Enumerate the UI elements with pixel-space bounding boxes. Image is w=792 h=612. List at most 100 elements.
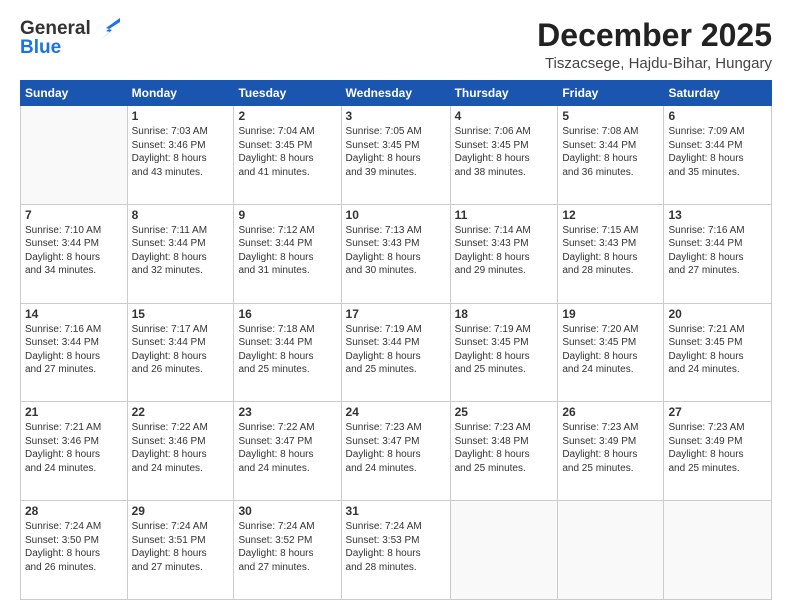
table-row: 13 Sunrise: 7:16 AMSunset: 3:44 PMDayligh… — [664, 204, 772, 303]
table-row: 24 Sunrise: 7:23 AMSunset: 3:47 PMDayligh… — [341, 402, 450, 501]
calendar-page: General Blue December 2025 Tiszacsege, H… — [0, 0, 792, 612]
day-number: 5 — [562, 109, 659, 123]
day-number: 4 — [455, 109, 554, 123]
calendar-table: Sunday Monday Tuesday Wednesday Thursday… — [20, 80, 772, 600]
cell-content: Sunrise: 7:18 AMSunset: 3:44 PMDaylight:… — [238, 323, 336, 377]
table-row: 1 Sunrise: 7:03 AMSunset: 3:46 PMDaylight… — [127, 106, 234, 205]
day-number: 12 — [562, 208, 659, 222]
cell-content: Sunrise: 7:23 AMSunset: 3:49 PMDaylight:… — [562, 421, 659, 475]
logo: General Blue — [20, 18, 120, 59]
day-number: 16 — [238, 307, 336, 321]
day-number: 15 — [132, 307, 230, 321]
day-number: 1 — [132, 109, 230, 123]
table-row — [450, 501, 558, 600]
calendar-week-row: 28Sunrise: 7:24 AMSunset: 3:50 PMDayligh… — [21, 501, 772, 600]
day-number: 25 — [455, 405, 554, 419]
table-row: 27 Sunrise: 7:23 AMSunset: 3:49 PMDayligh… — [664, 402, 772, 501]
day-number: 30 — [238, 504, 336, 518]
table-row: 30 Sunrise: 7:24 AMSunset: 3:52 PMDayligh… — [234, 501, 341, 600]
cell-content: Sunrise: 7:16 AMSunset: 3:44 PMDaylight:… — [25, 323, 123, 377]
table-row — [21, 106, 128, 205]
cell-content: Sunrise: 7:22 AMSunset: 3:47 PMDaylight:… — [238, 421, 336, 475]
table-row: 2Sunrise: 7:04 AMSunset: 3:45 PMDaylight… — [234, 106, 341, 205]
table-row: 29 Sunrise: 7:24 AMSunset: 3:51 PMDayligh… — [127, 501, 234, 600]
table-row: 19Sunrise: 7:20 AMSunset: 3:45 PMDayligh… — [558, 303, 664, 402]
day-number: 8 — [132, 208, 230, 222]
cell-content: Sunrise: 7:20 AMSunset: 3:45 PMDaylight:… — [562, 323, 659, 377]
day-number: 17 — [346, 307, 446, 321]
cell-content: Sunrise: 7:03 AMSunset: 3:46 PMDaylight:… — [132, 125, 230, 179]
day-number: 14 — [25, 307, 123, 321]
day-number: 24 — [346, 405, 446, 419]
cell-content: Sunrise: 7:21 AMSunset: 3:46 PMDaylight:… — [25, 421, 123, 475]
cell-content: Sunrise: 7:19 AMSunset: 3:45 PMDaylight:… — [455, 323, 554, 377]
day-number: 10 — [346, 208, 446, 222]
cell-content: Sunrise: 7:23 AMSunset: 3:47 PMDaylight:… — [346, 421, 446, 475]
table-row: 28Sunrise: 7:24 AMSunset: 3:50 PMDayligh… — [21, 501, 128, 600]
cell-content: Sunrise: 7:05 AMSunset: 3:45 PMDaylight:… — [346, 125, 446, 179]
table-row: 21 Sunrise: 7:21 AMSunset: 3:46 PMDayligh… — [21, 402, 128, 501]
cell-content: Sunrise: 7:23 AMSunset: 3:48 PMDaylight:… — [455, 421, 554, 475]
cell-content: Sunrise: 7:19 AMSunset: 3:44 PMDaylight:… — [346, 323, 446, 377]
cell-content: Sunrise: 7:24 AMSunset: 3:51 PMDaylight:… — [132, 520, 230, 574]
col-monday: Monday — [127, 81, 234, 106]
table-row: 18 Sunrise: 7:19 AMSunset: 3:45 PMDayligh… — [450, 303, 558, 402]
cell-content: Sunrise: 7:08 AMSunset: 3:44 PMDaylight:… — [562, 125, 659, 179]
calendar-week-row: 1 Sunrise: 7:03 AMSunset: 3:46 PMDaylight… — [21, 106, 772, 205]
calendar-header-row: Sunday Monday Tuesday Wednesday Thursday… — [21, 81, 772, 106]
cell-content: Sunrise: 7:14 AMSunset: 3:43 PMDaylight:… — [455, 224, 554, 278]
cell-content: Sunrise: 7:24 AMSunset: 3:53 PMDaylight:… — [346, 520, 446, 574]
day-number: 11 — [455, 208, 554, 222]
title-block: December 2025 Tiszacsege, Hajdu-Bihar, H… — [537, 18, 772, 72]
table-row: 14 Sunrise: 7:16 AMSunset: 3:44 PMDayligh… — [21, 303, 128, 402]
calendar-week-row: 7 Sunrise: 7:10 AMSunset: 3:44 PMDaylight… — [21, 204, 772, 303]
cell-content: Sunrise: 7:17 AMSunset: 3:44 PMDaylight:… — [132, 323, 230, 377]
table-row: 11 Sunrise: 7:14 AMSunset: 3:43 PMDayligh… — [450, 204, 558, 303]
cell-content: Sunrise: 7:15 AMSunset: 3:43 PMDaylight:… — [562, 224, 659, 278]
table-row: 20Sunrise: 7:21 AMSunset: 3:45 PMDayligh… — [664, 303, 772, 402]
cell-content: Sunrise: 7:22 AMSunset: 3:46 PMDaylight:… — [132, 421, 230, 475]
cell-content: Sunrise: 7:16 AMSunset: 3:44 PMDaylight:… — [668, 224, 767, 278]
day-number: 23 — [238, 405, 336, 419]
cell-content: Sunrise: 7:13 AMSunset: 3:43 PMDaylight:… — [346, 224, 446, 278]
location-title: Tiszacsege, Hajdu-Bihar, Hungary — [537, 55, 772, 72]
day-number: 27 — [668, 405, 767, 419]
table-row: 9 Sunrise: 7:12 AMSunset: 3:44 PMDaylight… — [234, 204, 341, 303]
table-row: 10 Sunrise: 7:13 AMSunset: 3:43 PMDayligh… — [341, 204, 450, 303]
table-row: 16 Sunrise: 7:18 AMSunset: 3:44 PMDayligh… — [234, 303, 341, 402]
day-number: 29 — [132, 504, 230, 518]
day-number: 22 — [132, 405, 230, 419]
day-number: 31 — [346, 504, 446, 518]
table-row: 17 Sunrise: 7:19 AMSunset: 3:44 PMDayligh… — [341, 303, 450, 402]
day-number: 7 — [25, 208, 123, 222]
table-row: 12 Sunrise: 7:15 AMSunset: 3:43 PMDayligh… — [558, 204, 664, 303]
logo-bird-icon — [92, 18, 120, 40]
table-row — [664, 501, 772, 600]
col-saturday: Saturday — [664, 81, 772, 106]
cell-content: Sunrise: 7:09 AMSunset: 3:44 PMDaylight:… — [668, 125, 767, 179]
table-row: 6Sunrise: 7:09 AMSunset: 3:44 PMDaylight… — [664, 106, 772, 205]
day-number: 28 — [25, 504, 123, 518]
day-number: 3 — [346, 109, 446, 123]
cell-content: Sunrise: 7:21 AMSunset: 3:45 PMDaylight:… — [668, 323, 767, 377]
table-row: 15 Sunrise: 7:17 AMSunset: 3:44 PMDayligh… — [127, 303, 234, 402]
table-row: 7 Sunrise: 7:10 AMSunset: 3:44 PMDaylight… — [21, 204, 128, 303]
col-tuesday: Tuesday — [234, 81, 341, 106]
cell-content: Sunrise: 7:04 AMSunset: 3:45 PMDaylight:… — [238, 125, 336, 179]
cell-content: Sunrise: 7:23 AMSunset: 3:49 PMDaylight:… — [668, 421, 767, 475]
cell-content: Sunrise: 7:10 AMSunset: 3:44 PMDaylight:… — [25, 224, 123, 278]
table-row: 22 Sunrise: 7:22 AMSunset: 3:46 PMDayligh… — [127, 402, 234, 501]
table-row: 26Sunrise: 7:23 AMSunset: 3:49 PMDayligh… — [558, 402, 664, 501]
cell-content: Sunrise: 7:24 AMSunset: 3:52 PMDaylight:… — [238, 520, 336, 574]
col-wednesday: Wednesday — [341, 81, 450, 106]
table-row: 8Sunrise: 7:11 AMSunset: 3:44 PMDaylight… — [127, 204, 234, 303]
table-row: 5 Sunrise: 7:08 AMSunset: 3:44 PMDaylight… — [558, 106, 664, 205]
day-number: 13 — [668, 208, 767, 222]
day-number: 9 — [238, 208, 336, 222]
calendar-week-row: 14 Sunrise: 7:16 AMSunset: 3:44 PMDayligh… — [21, 303, 772, 402]
day-number: 18 — [455, 307, 554, 321]
cell-content: Sunrise: 7:12 AMSunset: 3:44 PMDaylight:… — [238, 224, 336, 278]
day-number: 21 — [25, 405, 123, 419]
table-row: 25 Sunrise: 7:23 AMSunset: 3:48 PMDayligh… — [450, 402, 558, 501]
col-friday: Friday — [558, 81, 664, 106]
